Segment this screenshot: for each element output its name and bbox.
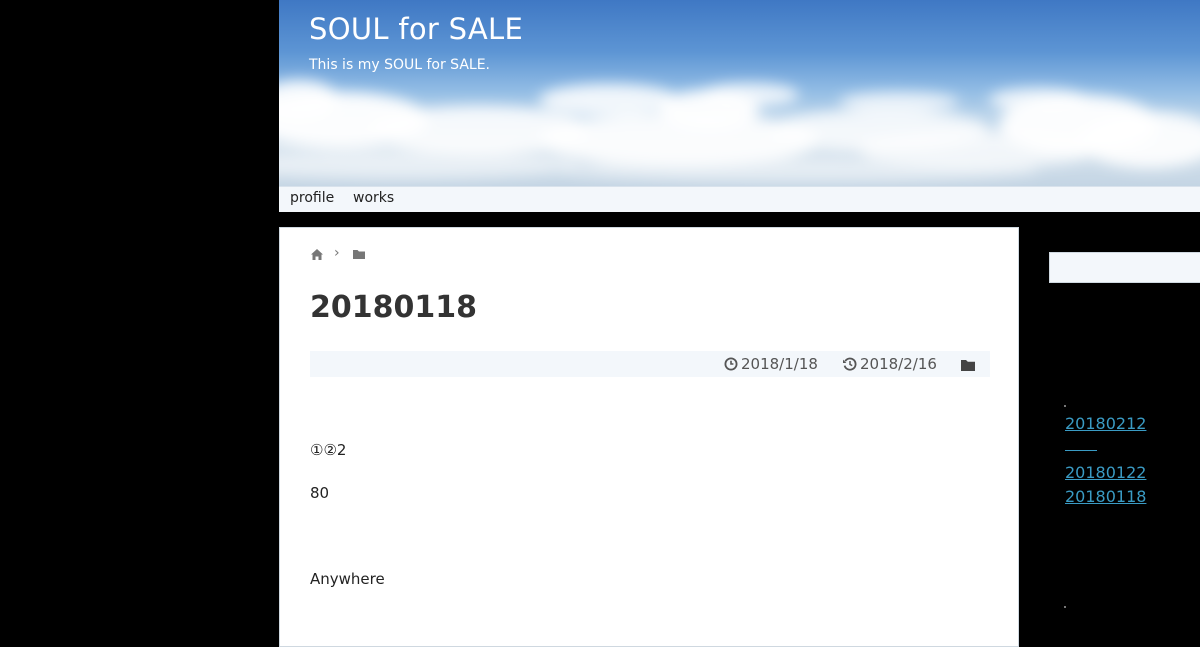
posted-date-text: 2018/1/18	[741, 355, 818, 373]
post-title: 20180118	[310, 290, 477, 325]
site-title[interactable]: SOUL for SALE	[309, 12, 523, 46]
global-nav: profile works	[279, 186, 1200, 212]
post-meta: 2018/1/18 2018/2/16	[310, 351, 990, 377]
folder-icon[interactable]	[960, 358, 976, 372]
folder-icon[interactable]	[352, 248, 366, 260]
updated-date: 2018/2/16	[842, 355, 937, 373]
sidebar-post-link[interactable]: 20180122	[1065, 463, 1146, 482]
sidebar-dot	[1064, 405, 1066, 407]
sidebar-divider	[1065, 450, 1097, 451]
post-paragraph: ①②2	[310, 441, 347, 459]
site-header: SOUL for SALE This is my SOUL for SALE.	[279, 0, 1200, 186]
nav-item-profile[interactable]: profile	[290, 190, 334, 206]
post-paragraph: 80	[310, 484, 330, 502]
site-description: This is my SOUL for SALE.	[309, 57, 490, 73]
sidebar-search-input[interactable]	[1049, 252, 1200, 283]
breadcrumb-separator: ›	[334, 245, 340, 261]
posted-date: 2018/1/18	[724, 355, 818, 373]
sidebar-post-link[interactable]: 20180118	[1065, 487, 1146, 506]
nav-item-works[interactable]: works	[353, 190, 394, 206]
history-icon	[843, 357, 857, 371]
clock-icon	[724, 357, 738, 371]
sidebar-post-link[interactable]: 20180212	[1065, 414, 1146, 433]
home-icon[interactable]	[310, 248, 324, 261]
category-link[interactable]	[960, 356, 979, 374]
main-article: › 20180118 2018/1/18 2018/2/16 ①②2 80 An…	[279, 227, 1019, 647]
sidebar-dot	[1064, 606, 1066, 608]
post-paragraph: Anywhere	[310, 570, 385, 588]
updated-date-text: 2018/2/16	[860, 355, 937, 373]
